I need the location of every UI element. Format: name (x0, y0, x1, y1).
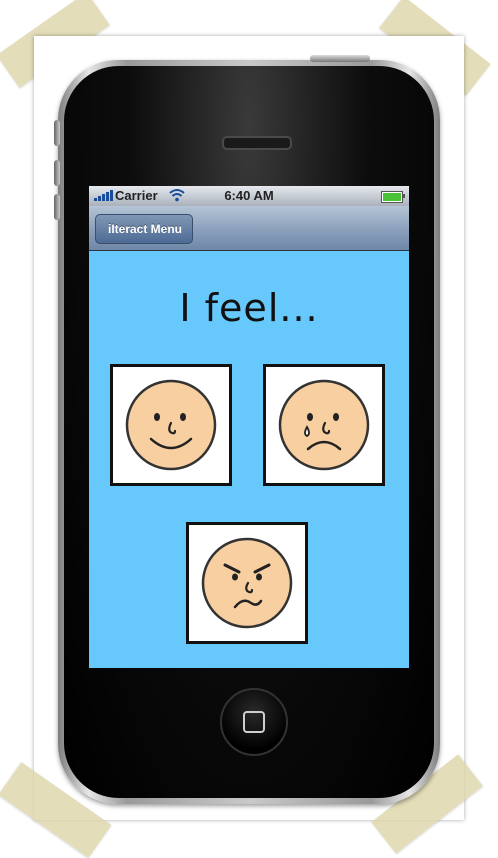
back-button-label: iIteract Menu (108, 222, 183, 236)
mute-switch (54, 120, 60, 146)
angry-face-button[interactable] (186, 522, 308, 644)
sleep-button (310, 55, 370, 62)
happy-face-icon (125, 379, 217, 471)
status-time: 6:40 AM (224, 188, 274, 203)
back-button[interactable]: iIteract Menu (95, 214, 194, 244)
earpiece-speaker (222, 136, 292, 150)
happy-face-button[interactable] (110, 364, 232, 486)
sad-face-button[interactable] (263, 364, 385, 486)
angry-face-icon (201, 537, 293, 629)
app-screen: Carrier 6:40 AM iIteract Menu I feel... (89, 186, 409, 668)
navigation-bar: iIteract Menu (89, 206, 409, 251)
battery-icon (381, 191, 405, 203)
page-title: I feel... (179, 286, 319, 330)
sad-crying-face-icon (278, 379, 370, 471)
volume-up-button (54, 160, 60, 186)
home-button[interactable] (220, 688, 288, 756)
home-square-icon (243, 711, 265, 733)
volume-down-button (54, 194, 60, 220)
battery-level (383, 193, 401, 201)
status-bar: Carrier 6:40 AM (89, 186, 409, 206)
